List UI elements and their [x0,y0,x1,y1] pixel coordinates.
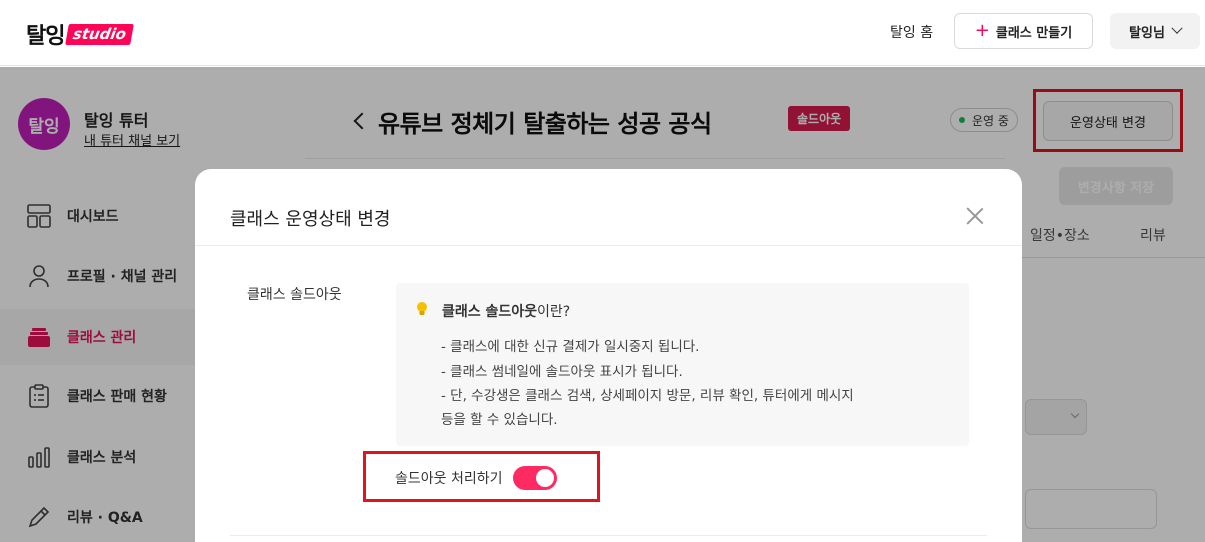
info-line: 등을 할 수 있습니다. [441,412,558,428]
info-line: - 단, 수강생은 클래스 검색, 상세페이지 방문, 리뷰 확인, 튜터에게 … [441,388,854,404]
toggle-label: 솔드아웃 처리하기 [395,471,503,487]
logo-word: 탈잉 [26,24,65,49]
info-line: - 클래스에 대한 신규 결제가 일시중지 됩니다. [441,339,700,355]
taling-studio-logo[interactable]: 탈잉 studio [26,18,135,50]
change-status-modal: 클래스 운영상태 변경 클래스 솔드아웃 클래스 솔드아웃 이란? - 클래스에 … [195,169,1022,542]
toggle-knob [535,469,554,487]
top-bar: 탈잉 studio 탈잉 홈 + 클래스 만들기 탈잉님 [0,0,1205,66]
info-line: - 클래스 썸네일에 솔드아웃 표시가 됩니다. [441,364,683,380]
home-link[interactable]: 탈잉 홈 [890,22,933,42]
info-title: 클래스 솔드아웃 이란? [416,301,570,321]
logo-studio-tag: studio [65,23,135,45]
user-name: 탈잉님 [1129,25,1165,41]
field-label: 클래스 솔드아웃 [247,287,342,303]
divider [230,535,987,536]
create-class-label: 클래스 만들기 [995,25,1073,41]
lightbulb-icon [416,301,430,321]
create-class-button[interactable]: + 클래스 만들기 [954,13,1093,49]
user-menu-button[interactable]: 탈잉님 [1110,13,1200,49]
soldout-toggle[interactable] [512,466,557,490]
soldout-toggle-row: 솔드아웃 처리하기 [395,466,557,490]
divider [195,245,1022,246]
close-icon[interactable] [965,206,985,226]
info-title-rest: 이란? [537,304,571,320]
modal-title: 클래스 운영상태 변경 [230,209,391,230]
chevron-down-icon [1171,22,1183,34]
plus-icon: + [974,20,990,41]
info-title-bold: 클래스 솔드아웃 [442,304,538,320]
soldout-info-box: 클래스 솔드아웃 이란? - 클래스에 대한 신규 결제가 일시중지 됩니다. -… [396,283,969,446]
